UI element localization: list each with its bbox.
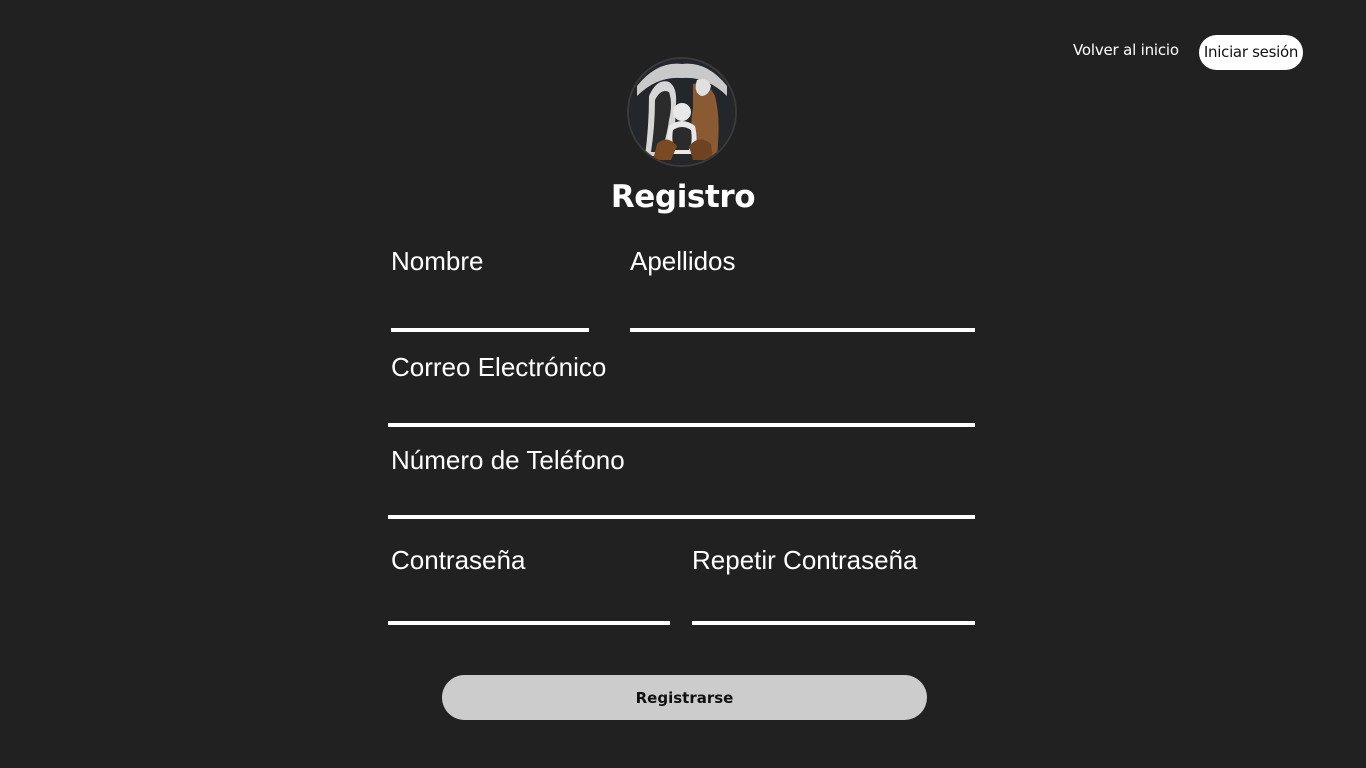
email-field[interactable] bbox=[388, 394, 975, 427]
contrasena-label: Contraseña bbox=[391, 545, 526, 575]
holy-family-logo bbox=[627, 56, 737, 168]
register-button[interactable]: Registrarse bbox=[442, 675, 927, 720]
apellidos-label: Apellidos bbox=[630, 246, 736, 276]
phone-field[interactable] bbox=[388, 486, 975, 519]
password-field[interactable] bbox=[388, 592, 670, 625]
nombre-label: Nombre bbox=[391, 246, 484, 276]
telefono-label: Número de Teléfono bbox=[391, 445, 625, 475]
correo-label: Correo Electrónico bbox=[391, 352, 607, 382]
apellidos-field[interactable] bbox=[630, 299, 975, 332]
repeat-password-field[interactable] bbox=[692, 592, 975, 625]
home-link[interactable]: Volver al inicio bbox=[1073, 41, 1179, 59]
repetir-label: Repetir Contraseña bbox=[692, 545, 918, 575]
page-title: Registro bbox=[610, 179, 756, 215]
login-button[interactable]: Iniciar sesión bbox=[1199, 35, 1303, 70]
nombre-field[interactable] bbox=[391, 299, 589, 332]
